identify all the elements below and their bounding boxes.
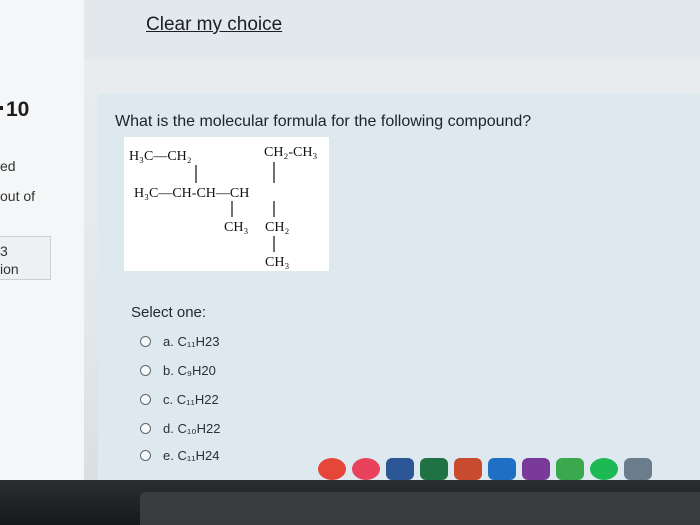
select-one-label: Select one: (131, 304, 207, 321)
photos-icon[interactable] (624, 458, 652, 480)
structure-row2: H₃C—CH-CH—CH (134, 186, 249, 201)
powerpoint-icon[interactable] (454, 458, 482, 480)
maps-icon[interactable] (556, 458, 584, 480)
radio-button[interactable] (140, 335, 151, 347)
chemical-structure-image: H₃C—CH₂ CH₂-CH₃ H₃C—CH-CH—CH CH₃ CH₂ CH₃ (124, 137, 329, 271)
answer-option-label: a. C₁₁H23 (163, 333, 220, 349)
word-icon[interactable] (386, 458, 414, 480)
radio-button[interactable] (140, 393, 151, 405)
clear-choice-link[interactable]: Clear my choice (146, 14, 282, 36)
answer-option-label: d. C₁₀H22 (163, 420, 221, 436)
answer-option-b[interactable]: b. C₉H20 (140, 359, 216, 381)
structure-row3-left: CH₃ (224, 220, 248, 235)
answer-option-a[interactable]: a. C₁₁H23 (140, 330, 219, 352)
answer-option-d[interactable]: d. C₁₀H22 (140, 417, 220, 439)
flag-label-fragment: ion (0, 261, 19, 277)
structure-row3-right: CH₂ (265, 220, 289, 235)
excel-icon[interactable] (420, 458, 448, 480)
radio-button[interactable] (140, 449, 151, 461)
structure-row1-right: CH₂-CH₃ (264, 145, 317, 160)
answer-option-label: b. C₉H20 (163, 362, 216, 378)
answer-option-c[interactable]: c. C₁₁H22 (140, 388, 219, 410)
structure-row4: CH₃ (265, 255, 289, 270)
mark-fragment: out of (0, 188, 36, 204)
flag-question-box[interactable]: 3 ion (0, 236, 51, 280)
status-fragment: ed (0, 158, 16, 174)
radio-button[interactable] (140, 422, 151, 434)
question-number: 10 (0, 98, 30, 121)
answer-option-label: e. C₁₁H24 (163, 447, 220, 463)
music-icon[interactable] (352, 458, 380, 480)
radio-button[interactable] (140, 364, 151, 376)
onenote-icon[interactable] (522, 458, 550, 480)
chrome-icon[interactable] (318, 458, 346, 480)
question-text: What is the molecular formula for the fo… (115, 113, 532, 130)
answer-option-e[interactable]: e. C₁₁H24 (140, 444, 219, 466)
outlook-icon[interactable] (488, 458, 516, 480)
spotify-icon[interactable] (590, 458, 618, 480)
flag-fragment: 3 (0, 243, 8, 259)
answer-option-label: c. C₁₁H22 (163, 391, 219, 407)
taskbar-dock (140, 492, 700, 525)
structure-row1-left: H₃C—CH₂ (129, 149, 192, 164)
chemical-structure-drawing: H₃C—CH₂ CH₂-CH₃ H₃C—CH-CH—CH CH₃ CH₂ CH₃ (129, 145, 317, 270)
